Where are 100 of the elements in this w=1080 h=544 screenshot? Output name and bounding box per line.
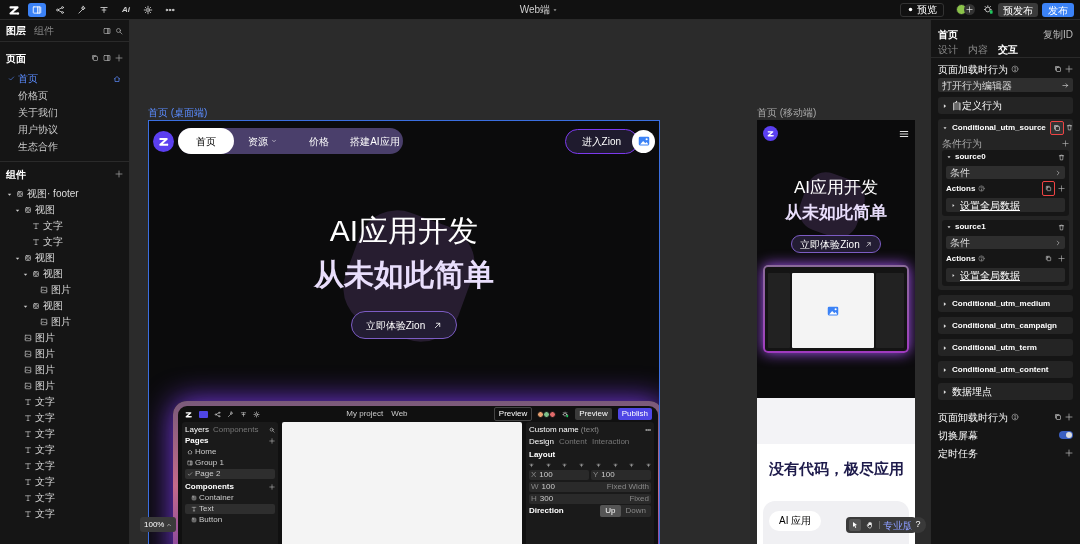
share-icon[interactable] (214, 410, 221, 418)
nav-link[interactable]: 搭建AI应用 (346, 128, 403, 154)
input-field[interactable]: W 100 Fixed Width (529, 482, 651, 492)
logo[interactable] (153, 130, 174, 152)
layer-item[interactable]: 文字 (0, 442, 129, 458)
try-button[interactable]: 立即体验Zion (350, 311, 458, 339)
segment-option[interactable]: Down (620, 505, 651, 517)
magic-wand-icon[interactable] (227, 410, 234, 418)
layer-item[interactable]: 文字 (0, 474, 129, 490)
layer-item[interactable]: 视图 (0, 298, 129, 314)
layer-item[interactable]: 文字 (0, 426, 129, 442)
panel-tab[interactable]: Layers (185, 424, 209, 436)
menu-icon[interactable] (899, 128, 909, 139)
debug-icon[interactable] (983, 4, 994, 15)
page-item[interactable]: Home (185, 447, 275, 457)
copy-icon[interactable] (1054, 65, 1062, 73)
behavior-title[interactable]: Conditional_utm_content (952, 363, 1049, 376)
behavior-title[interactable]: Conditional_utm_source (952, 121, 1046, 134)
layer-item[interactable]: 图片 (0, 378, 129, 394)
page-item[interactable]: 首页 (0, 70, 129, 87)
preview-button[interactable]: Preview (575, 408, 612, 420)
behavior-title[interactable]: Conditional_utm_term (952, 341, 1037, 354)
trash-icon[interactable] (1058, 153, 1065, 161)
caret-icon[interactable] (942, 102, 948, 109)
layer-item[interactable]: 文字 (0, 458, 129, 474)
copy-icon[interactable] (91, 54, 99, 62)
trash-icon[interactable] (1065, 124, 1073, 131)
page-item[interactable]: 关于我们 (0, 104, 129, 121)
plus-icon[interactable] (1058, 255, 1065, 262)
try-button[interactable]: 立即体验Zion (791, 235, 881, 253)
panel-tab[interactable]: 交互 (998, 42, 1018, 57)
plus-icon[interactable] (269, 438, 275, 444)
more-icon[interactable] (645, 427, 651, 433)
input-field[interactable]: H 300 Fixed (529, 494, 651, 504)
copy-id-link[interactable]: 复制ID (1043, 26, 1073, 42)
plus-icon[interactable] (1062, 139, 1069, 147)
layer-item[interactable]: 文字 (0, 218, 129, 234)
action-item[interactable]: 设置全局数据 (946, 198, 1065, 212)
plus-icon[interactable] (1065, 413, 1073, 421)
align-icon[interactable] (529, 463, 534, 468)
panel-tab[interactable]: 图层 (6, 23, 26, 38)
pre-publish-button[interactable]: 预发布 (998, 2, 1038, 17)
plus-icon[interactable] (269, 484, 275, 490)
align-icon[interactable] (595, 463, 601, 468)
behavior-title[interactable]: Conditional_utm_campaign (952, 319, 1057, 332)
copy-icon[interactable] (1054, 413, 1062, 421)
layer-item[interactable]: 文字 (0, 410, 129, 426)
page-icon[interactable] (28, 2, 46, 17)
plus-icon[interactable] (115, 170, 123, 178)
caret-icon[interactable] (946, 154, 952, 160)
page-item[interactable]: 价格页 (0, 87, 129, 104)
layer-item[interactable]: 文字 (0, 394, 129, 410)
caret-icon[interactable] (942, 322, 948, 329)
zoom-button[interactable]: 100% (140, 517, 177, 532)
plus-icon[interactable] (1065, 65, 1073, 73)
preview-button[interactable]: Preview (493, 407, 533, 421)
layout-icon[interactable] (240, 410, 247, 418)
open-editor-button[interactable]: 打开行为编辑器 (938, 78, 1073, 92)
search-icon[interactable] (115, 26, 123, 35)
input-field[interactable]: Y 100 (591, 470, 651, 480)
plus-icon[interactable] (1058, 185, 1065, 192)
layer-item[interactable]: 文字 (0, 490, 129, 506)
caret-icon[interactable] (942, 366, 948, 373)
project-menu[interactable]: My project (346, 408, 384, 420)
help-icon[interactable] (1011, 65, 1019, 73)
help-icon[interactable] (1011, 413, 1019, 421)
publish-button[interactable]: Publish (617, 408, 652, 420)
add-collaborator-button[interactable] (964, 4, 975, 15)
copy-button[interactable] (1042, 181, 1055, 196)
nav-link[interactable]: 资源 (234, 128, 291, 154)
input-field[interactable]: X 100 (529, 470, 589, 480)
panel-tab[interactable]: Content (558, 436, 587, 448)
help-icon[interactable] (978, 185, 986, 192)
caret-icon[interactable] (942, 300, 948, 307)
page-tool-icon[interactable] (199, 410, 208, 418)
plus-icon[interactable] (115, 54, 123, 62)
copy-button[interactable] (1049, 120, 1064, 135)
layer-item[interactable]: 图片 (0, 362, 129, 378)
plus-icon[interactable] (1065, 449, 1073, 457)
condition-field[interactable]: 条件 (946, 236, 1065, 249)
settings-icon[interactable] (253, 410, 260, 418)
page-item[interactable]: Page 2 (185, 469, 275, 479)
layer-item[interactable]: 视图· footer (0, 186, 129, 202)
add-folder-icon[interactable] (103, 54, 111, 62)
align-icon[interactable] (612, 463, 618, 468)
toggle-switch[interactable] (1059, 431, 1073, 439)
layer-item[interactable]: 图片 (0, 314, 129, 330)
caret-icon[interactable] (946, 224, 952, 230)
panel-tab[interactable]: 组件 (34, 23, 54, 38)
caret-icon[interactable] (942, 124, 948, 131)
segment-option[interactable]: Up (600, 505, 621, 517)
layer-item[interactable]: Text (185, 504, 275, 514)
align-icon[interactable] (629, 463, 635, 468)
behavior-title[interactable]: Conditional_utm_medium (952, 297, 1051, 310)
debug-icon[interactable] (562, 410, 570, 418)
caret-icon[interactable] (942, 344, 948, 351)
action-item[interactable]: 设置全局数据 (946, 268, 1065, 282)
layer-item[interactable]: 图片 (0, 282, 129, 298)
nav-link[interactable]: 首页 (178, 128, 235, 154)
page-item[interactable]: 生态合作 (0, 138, 129, 155)
